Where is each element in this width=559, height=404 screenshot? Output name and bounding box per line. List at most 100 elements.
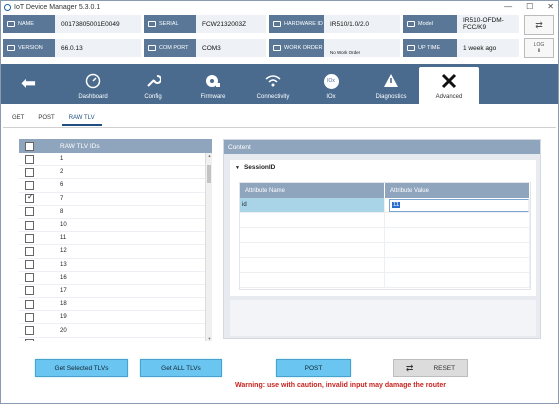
tlv-checkbox[interactable] — [25, 154, 34, 164]
scroll-thumb[interactable] — [207, 165, 211, 183]
app-icon — [4, 3, 11, 11]
tlv-row[interactable]: 13 — [19, 259, 205, 272]
tlv-row[interactable]: 19 — [19, 311, 205, 325]
tlv-id: 18 — [60, 301, 67, 308]
nav-advanced[interactable]: Advanced — [419, 67, 479, 104]
section-title: SessionID — [243, 164, 276, 171]
tlv-checkbox[interactable] — [25, 273, 34, 283]
comport-value: COM3 — [196, 39, 266, 57]
get-all-tlvs-button[interactable]: Get ALL TLVs — [140, 359, 222, 377]
nav-iox[interactable]: IOx IOx — [301, 67, 361, 104]
empty-row — [240, 258, 530, 273]
tlv-checkbox[interactable] — [25, 246, 34, 256]
nav-firmware-label: Firmware — [200, 94, 226, 100]
tlv-row[interactable]: 17 — [19, 285, 205, 299]
tlv-checkbox[interactable] — [25, 312, 34, 322]
empty-row — [240, 213, 530, 228]
tlv-checkbox-cell — [19, 167, 40, 177]
hardware-label: HARDWARE ID — [269, 15, 324, 33]
tlv-row[interactable]: 10 — [19, 219, 205, 233]
empty-row — [240, 243, 530, 258]
version-value: 66.0.13 — [55, 39, 141, 57]
firmware-icon — [205, 73, 221, 89]
tlv-checkbox[interactable] — [25, 192, 34, 204]
nav-connectivity-label: Connectivity — [256, 94, 290, 100]
title-bar: IoT Device Manager 5.3.0.1 — ☐ ✕ — [1, 1, 558, 13]
tlv-checkbox[interactable] — [25, 286, 34, 296]
warning-triangle-icon — [383, 73, 399, 89]
uptime-value: 1 week ago — [457, 39, 519, 57]
tab-raw-tlv[interactable]: RAW TLV — [61, 112, 102, 126]
nav-diagnostics[interactable]: Diagnostics — [361, 67, 421, 104]
post-button[interactable]: POST — [276, 359, 351, 377]
tlv-checkbox-cell — [19, 233, 40, 243]
maximize-icon[interactable]: ☐ — [526, 2, 533, 11]
nav-connectivity[interactable]: Connectivity — [243, 67, 303, 104]
tlv-row[interactable]: 12 — [19, 245, 205, 259]
tlv-scrollbar[interactable]: ▲ ▼ — [205, 153, 212, 341]
tlv-checkbox[interactable] — [25, 299, 34, 309]
tlv-checkbox-cell — [19, 220, 40, 230]
tlv-checkbox[interactable] — [25, 233, 34, 243]
tlv-row[interactable]: 1 — [19, 153, 205, 167]
nav-dashboard[interactable]: Dashboard — [63, 67, 123, 104]
content-footer-area — [230, 300, 536, 336]
tlv-row[interactable]: 11 — [19, 232, 205, 246]
main-nav: ⬅ Dashboard Config Firmware Connectivity… — [1, 64, 558, 104]
comport-label: COM PORT — [144, 39, 196, 57]
gauge-icon — [85, 73, 101, 89]
name-value: 00173805001E0049 — [55, 15, 141, 33]
tlv-list-title: RAW TLV IDs — [60, 142, 100, 150]
tlv-row[interactable]: 8 — [19, 206, 205, 219]
tlv-row[interactable]: 7 — [19, 192, 205, 206]
scroll-down-icon[interactable]: ▼ — [206, 336, 213, 341]
tlv-row[interactable]: 20 — [19, 324, 205, 338]
tlv-row[interactable]: 21 — [19, 338, 205, 341]
select-all-checkbox[interactable] — [25, 141, 34, 151]
port-icon — [148, 45, 156, 51]
sub-tabs: GET POST RAW TLV — [5, 112, 102, 126]
log-button[interactable]: LOG ⬇ — [524, 38, 554, 58]
attribute-value-input[interactable]: 11 — [389, 198, 529, 212]
attribute-row[interactable]: id 11 — [240, 198, 530, 213]
col-attribute-value: Attribute Value — [385, 183, 530, 198]
minimize-icon[interactable]: — — [504, 2, 512, 11]
tlv-row[interactable]: 18 — [19, 298, 205, 312]
tlv-row[interactable]: 16 — [19, 272, 205, 285]
tlv-checkbox[interactable] — [25, 180, 34, 190]
get-selected-tlvs-button[interactable]: Get Selected TLVs — [35, 359, 128, 377]
section-toggle[interactable]: ▼ SessionID — [230, 160, 536, 175]
nav-iox-label: IOx — [326, 94, 336, 100]
version-label: VERSION — [3, 39, 55, 57]
nav-dashboard-label: Dashboard — [78, 94, 108, 100]
tlv-id: 20 — [60, 327, 67, 334]
tlv-checkbox[interactable] — [25, 220, 34, 230]
scroll-up-icon[interactable]: ▲ — [206, 153, 213, 158]
reset-button[interactable]: ⇄ RESET — [393, 359, 468, 377]
attribute-table-header: Attribute Name Attribute Value — [240, 183, 530, 198]
iox-icon: IOx — [323, 73, 339, 89]
tlv-row[interactable]: 6 — [19, 179, 205, 193]
tlv-checkbox-cell — [19, 326, 40, 336]
refresh-button[interactable]: ⇄ — [524, 15, 554, 35]
side-buttons: ⇄ LOG ⬇ — [520, 15, 556, 59]
tlv-checkbox[interactable] — [25, 207, 34, 217]
tlv-id: 10 — [60, 222, 67, 229]
back-arrow-icon[interactable]: ⬅ — [21, 74, 43, 92]
tab-get[interactable]: GET — [5, 112, 31, 126]
tlv-checkbox[interactable] — [25, 326, 34, 336]
tlv-checkbox[interactable] — [25, 339, 34, 341]
attribute-name-cell: id — [240, 198, 385, 212]
nav-firmware[interactable]: Firmware — [183, 67, 243, 104]
tlv-checkbox[interactable] — [25, 167, 34, 177]
tlv-checkbox[interactable] — [25, 260, 34, 270]
tlv-row[interactable]: 2 — [19, 166, 205, 180]
empty-row — [240, 228, 530, 243]
empty-row — [240, 273, 530, 288]
tlv-id: 7 — [60, 195, 64, 202]
tab-post[interactable]: POST — [31, 112, 61, 126]
nav-config[interactable]: Config — [123, 67, 183, 104]
divider — [3, 127, 556, 128]
close-icon[interactable]: ✕ — [547, 2, 554, 11]
tlv-checkbox-cell — [19, 299, 40, 309]
